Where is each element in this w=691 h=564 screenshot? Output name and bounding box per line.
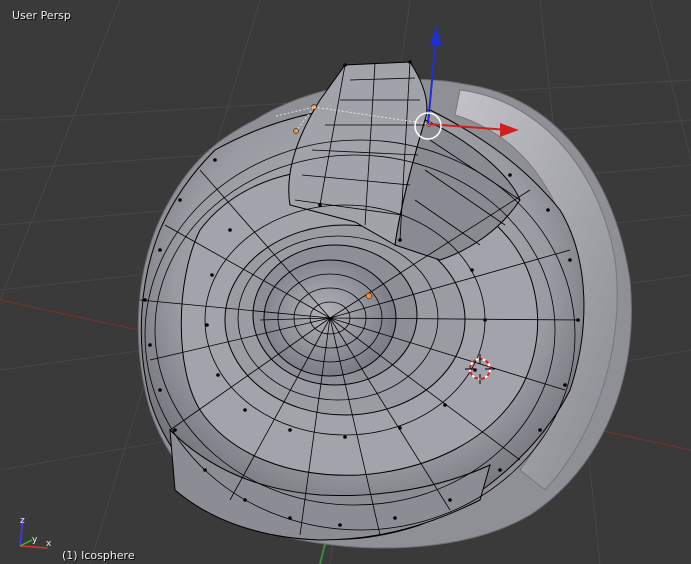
manipulator-z-arrow[interactable] — [430, 26, 442, 46]
svg-text:x: x — [46, 539, 52, 549]
svg-text:y: y — [32, 535, 38, 545]
3d-viewport[interactable]: User Persp z y x (1) Icosphere — [0, 0, 691, 564]
object-label: (1) Icosphere — [62, 549, 135, 562]
axis-orientation-icon: z y x — [19, 516, 52, 549]
svg-text:z: z — [20, 516, 25, 526]
mesh-icosphere[interactable] — [137, 60, 632, 549]
view-label: User Persp — [12, 9, 71, 22]
scene-canvas[interactable] — [0, 0, 691, 564]
